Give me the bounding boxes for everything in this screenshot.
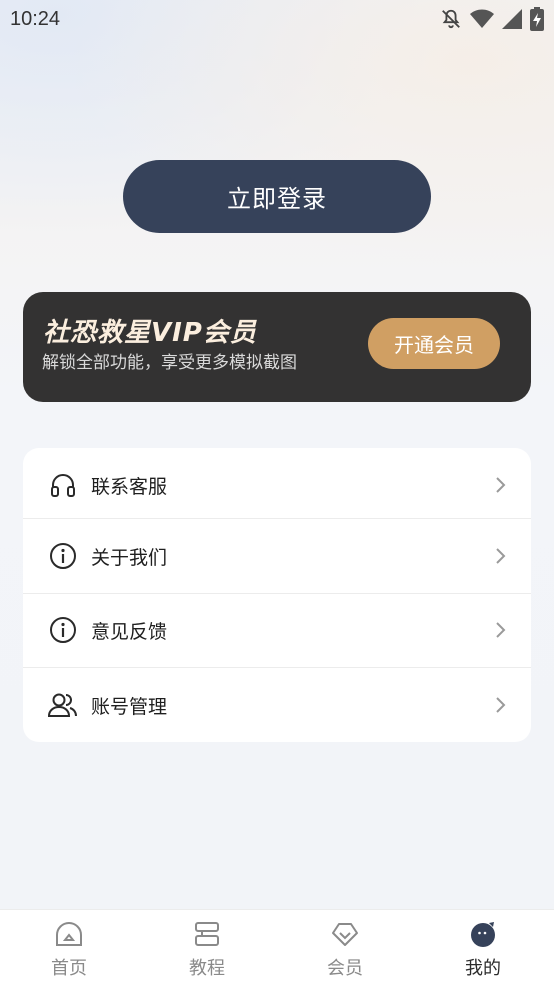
- info-icon: [48, 541, 78, 571]
- chevron-right-icon: [493, 695, 507, 715]
- profile-icon: [468, 920, 498, 948]
- headphones-icon: [48, 470, 78, 500]
- nav-tab-tutorial[interactable]: 教程: [138, 910, 276, 985]
- nav-tab-label: 首页: [51, 958, 87, 979]
- nav-tab-label: 教程: [189, 958, 225, 979]
- status-time: 10:24: [10, 7, 61, 30]
- info-icon: [48, 615, 78, 645]
- menu-item-feedback[interactable]: 意见反馈: [23, 593, 531, 667]
- tutorial-icon: [192, 920, 222, 948]
- status-bar: 10:24: [0, 0, 554, 38]
- signal-icon: [502, 9, 522, 29]
- users-icon: [48, 690, 78, 720]
- settings-menu: 联系客服 关于我们 意见反馈 账号管理: [23, 448, 531, 742]
- login-button[interactable]: 立即登录: [123, 160, 431, 233]
- nav-tab-label: 我的: [465, 958, 501, 979]
- chevron-right-icon: [493, 620, 507, 640]
- status-icons: [440, 7, 544, 31]
- wifi-icon: [470, 9, 494, 29]
- menu-item-label: 账号管理: [91, 695, 168, 718]
- bottom-navigation: 首页 教程 会员 我的: [0, 909, 554, 985]
- nav-tab-home[interactable]: 首页: [0, 910, 138, 985]
- diamond-icon: [330, 920, 360, 948]
- menu-item-label: 意见反馈: [91, 620, 168, 643]
- vip-card: 社恐救星VIP会员 解锁全部功能，享受更多模拟截图 开通会员: [23, 292, 531, 402]
- chevron-right-icon: [493, 475, 507, 495]
- chevron-right-icon: [493, 546, 507, 566]
- menu-item-label: 关于我们: [91, 546, 168, 569]
- nav-tab-vip[interactable]: 会员: [276, 910, 414, 985]
- nav-tab-label: 会员: [327, 958, 363, 979]
- menu-item-label: 联系客服: [91, 475, 168, 498]
- home-icon: [54, 920, 84, 948]
- vip-title: 社恐救星VIP会员: [43, 318, 257, 348]
- vip-subtitle: 解锁全部功能，享受更多模拟截图: [42, 353, 297, 373]
- menu-item-contact-support[interactable]: 联系客服: [23, 448, 531, 522]
- menu-item-about-us[interactable]: 关于我们: [23, 519, 531, 593]
- open-vip-button[interactable]: 开通会员: [368, 318, 500, 369]
- nav-tab-profile[interactable]: 我的: [414, 910, 552, 985]
- background-glow: [0, 0, 554, 300]
- bell-off-icon: [440, 8, 462, 30]
- menu-item-account-management[interactable]: 账号管理: [23, 668, 531, 742]
- battery-charging-icon: [530, 7, 544, 31]
